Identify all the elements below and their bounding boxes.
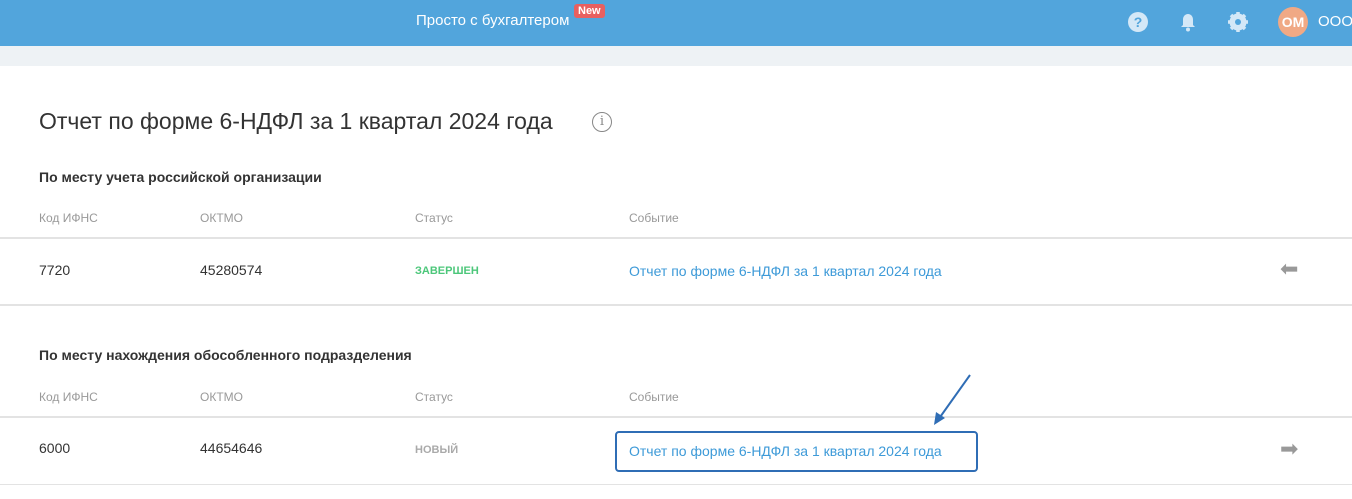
col-header-oktmo: ОКТМО — [200, 390, 243, 404]
help-icon[interactable]: ? — [1128, 12, 1148, 32]
code-cell: 6000 — [39, 440, 71, 456]
arrow-left-icon[interactable]: ⬅ — [1280, 256, 1298, 282]
col-header-event: Событие — [629, 211, 679, 225]
annotation-arrow-icon — [934, 374, 971, 425]
oktmo-cell: 44654646 — [200, 440, 263, 456]
svg-text:?: ? — [1134, 14, 1143, 30]
avatar[interactable]: ОМ — [1278, 7, 1308, 37]
status-badge: ЗАВЕРШЕН — [415, 265, 479, 277]
status-badge: НОВЫЙ — [415, 444, 459, 456]
divider — [0, 416, 1352, 418]
col-header-status: Статус — [415, 211, 453, 225]
highlight-box — [615, 431, 978, 472]
code-cell: 7720 — [39, 262, 71, 278]
info-icon[interactable]: i — [592, 112, 612, 132]
col-header-code: Код ИФНС — [39, 211, 98, 225]
subheader-band — [0, 46, 1352, 66]
org-name[interactable]: ООО — [1318, 13, 1352, 30]
new-badge: New — [574, 4, 605, 18]
top-bar: Просто с бухгалтером New ? ОМ ООО — [0, 0, 1352, 46]
section-title: По месту нахождения обособленного подраз… — [39, 347, 412, 363]
col-header-status: Статус — [415, 390, 453, 404]
brand-link[interactable]: Просто с бухгалтером — [416, 12, 569, 29]
oktmo-cell: 45280574 — [200, 262, 263, 278]
col-header-code: Код ИФНС — [39, 390, 98, 404]
divider — [0, 484, 1352, 485]
col-header-oktmo: ОКТМО — [200, 211, 243, 225]
divider — [0, 304, 1352, 306]
arrow-right-icon[interactable]: ➡ — [1280, 436, 1298, 462]
bell-icon[interactable] — [1178, 12, 1198, 32]
event-link[interactable]: Отчет по форме 6-НДФЛ за 1 квартал 2024 … — [629, 263, 942, 279]
page-title: Отчет по форме 6-НДФЛ за 1 квартал 2024 … — [39, 108, 553, 134]
divider — [0, 237, 1352, 239]
section-title: По месту учета российской организации — [39, 169, 322, 185]
col-header-event: Событие — [629, 390, 679, 404]
gear-icon[interactable] — [1228, 12, 1248, 32]
